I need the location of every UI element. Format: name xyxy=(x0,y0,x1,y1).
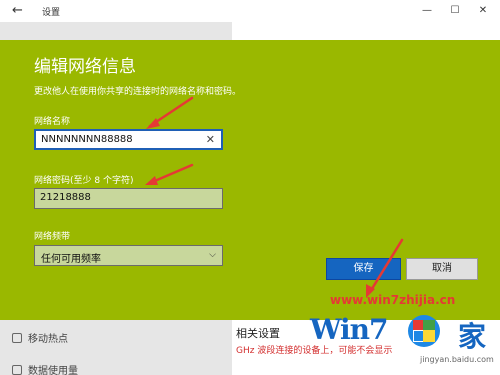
window-titlebar: ← 设置 — ☐ ✕ xyxy=(0,0,500,22)
data-usage-icon xyxy=(12,364,22,375)
close-icon[interactable]: ✕ xyxy=(472,2,494,20)
watermark-logo-suffix: 家 xyxy=(458,320,487,353)
network-password-label: 网络密码(至少 8 个字符) xyxy=(34,176,134,186)
window-title: 设置 xyxy=(42,8,61,18)
sidebar-item-mobile-hotspot[interactable]: 移动热点 xyxy=(12,330,68,345)
back-arrow-icon[interactable]: ← xyxy=(12,3,23,18)
maximize-icon[interactable]: ☐ xyxy=(444,2,466,20)
sidebar-item-label: 数据使用量 xyxy=(28,366,78,375)
save-button[interactable]: 保存 xyxy=(326,258,401,280)
network-name-label: 网络名称 xyxy=(34,117,71,127)
minimize-icon[interactable]: — xyxy=(416,2,438,20)
network-band-label: 网络频带 xyxy=(34,232,71,242)
network-band-select[interactable]: 任何可用频率 ⌵ xyxy=(34,245,223,266)
network-password-input[interactable]: 21218888 xyxy=(34,188,223,209)
network-band-value: 任何可用频率 xyxy=(41,254,101,265)
dialog-description: 更改他人在使用你共享的连接时的网络名称和密码。 xyxy=(34,87,242,97)
clear-icon[interactable]: ✕ xyxy=(206,133,215,146)
network-name-value: NNNNNNNN88888 xyxy=(41,134,133,145)
network-password-value: 21218888 xyxy=(40,192,91,203)
watermark: www.win7zhijia.cn Win7 家 jingyan.baidu.c… xyxy=(300,291,500,375)
sidebar-item-label: 移动热点 xyxy=(28,334,68,345)
chevron-down-icon: ⌵ xyxy=(209,250,216,260)
windows-logo-icon xyxy=(408,315,440,347)
cancel-button[interactable]: 取消 xyxy=(406,258,478,280)
sidebar-item-data-usage[interactable]: 数据使用量 xyxy=(12,362,78,375)
watermark-site: jingyan.baidu.com xyxy=(420,355,494,364)
watermark-logo-text: Win7 xyxy=(310,313,388,346)
network-name-input[interactable]: NNNNNNNN88888 ✕ xyxy=(34,129,223,150)
related-settings-heading: 相关设置 xyxy=(236,327,280,340)
watermark-url: www.win7zhijia.cn xyxy=(330,293,456,307)
hotspot-icon xyxy=(12,332,22,343)
dialog-title: 编辑网络信息 xyxy=(34,57,136,77)
